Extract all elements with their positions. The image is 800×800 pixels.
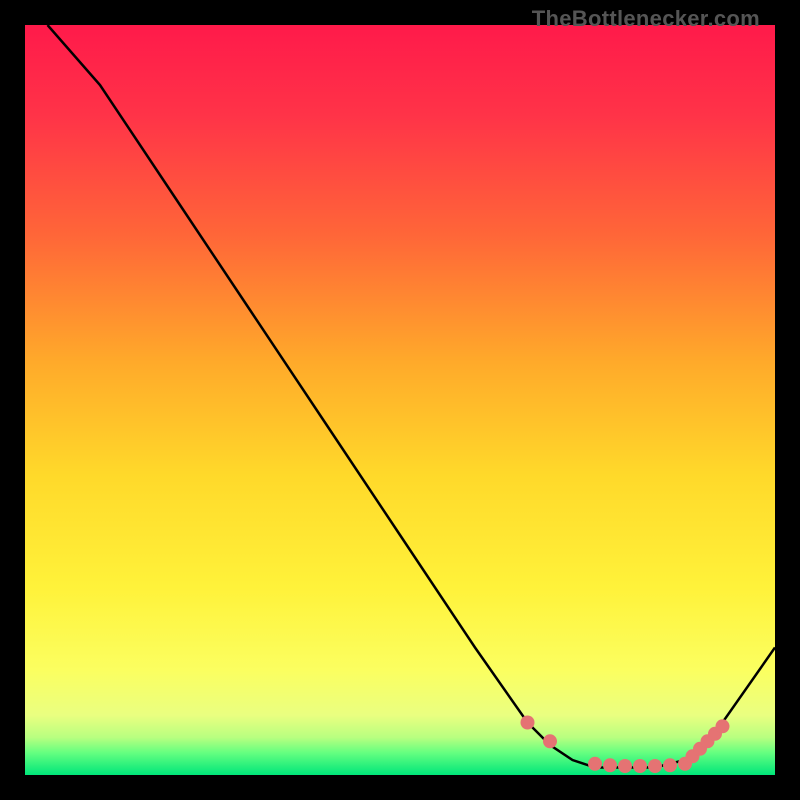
plot-area — [25, 25, 775, 775]
gradient-background — [25, 25, 775, 775]
data-point-marker — [716, 719, 730, 733]
data-point-marker — [663, 758, 677, 772]
data-point-marker — [633, 759, 647, 773]
chart-container: TheBottlenecker.com — [0, 0, 800, 800]
chart-svg — [25, 25, 775, 775]
data-point-marker — [618, 759, 632, 773]
data-point-marker — [588, 757, 602, 771]
data-point-marker — [521, 716, 535, 730]
watermark-text: TheBottlenecker.com — [532, 6, 760, 32]
data-point-marker — [603, 758, 617, 772]
data-point-marker — [648, 759, 662, 773]
data-point-marker — [543, 734, 557, 748]
